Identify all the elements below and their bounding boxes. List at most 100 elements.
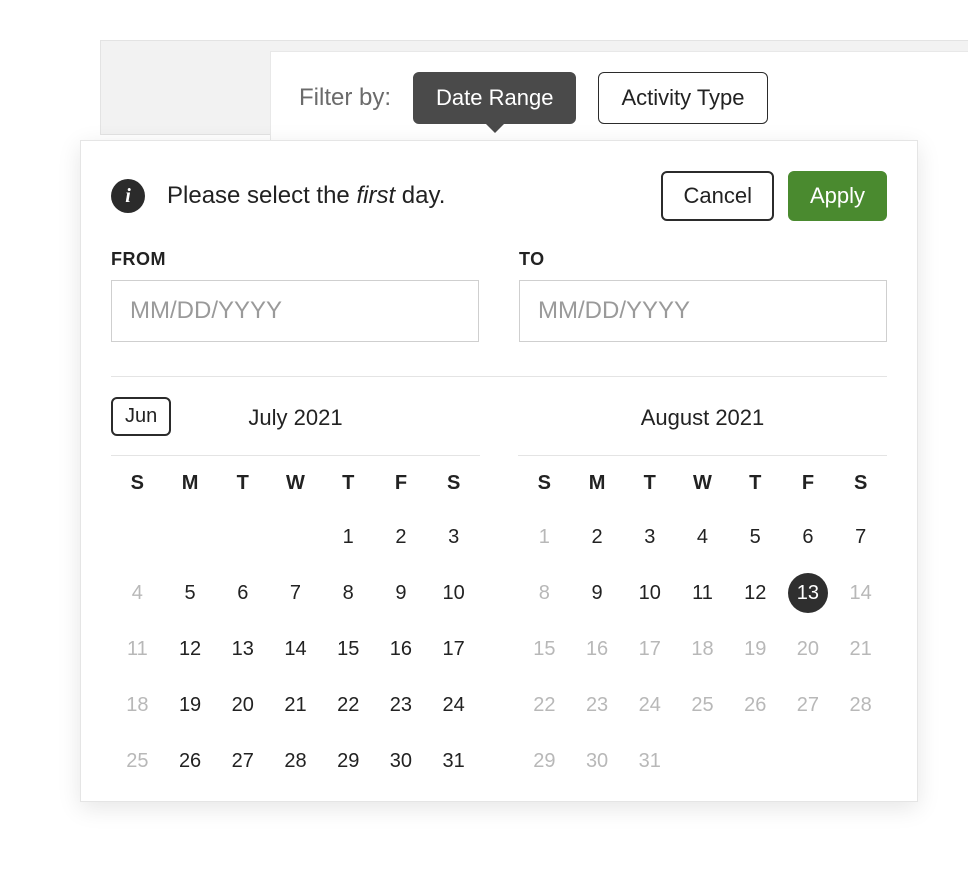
calendar-day[interactable]: 7 [834,517,887,557]
calendar-day[interactable]: 11 [676,573,729,613]
weekday-header: S [111,472,164,501]
calendar-day: 26 [729,685,782,725]
calendar-grid: SMTWTFS123456789101112131415161718192021… [111,472,480,781]
calendar-day[interactable]: 20 [216,685,269,725]
apply-button[interactable]: Apply [788,171,887,221]
weekday-header: M [571,472,624,501]
calendar-day: 20 [782,629,835,669]
calendar-day[interactable]: 5 [729,517,782,557]
calendar-day: 19 [729,629,782,669]
cancel-button[interactable]: Cancel [661,171,773,221]
calendar-day[interactable]: 1 [322,517,375,557]
calendar-day[interactable]: 19 [164,685,217,725]
calendar-day[interactable]: 9 [375,573,428,613]
instruction-text: Please select the first day. [167,182,445,210]
from-date-input[interactable] [111,280,479,342]
calendar-day: 23 [571,685,624,725]
to-date-input[interactable] [519,280,887,342]
calendar-day[interactable]: 10 [427,573,480,613]
calendar-day[interactable]: 15 [322,629,375,669]
instruction-emphasis: first [356,182,395,209]
calendar-day[interactable]: 21 [269,685,322,725]
calendar-day: 28 [834,685,887,725]
calendar-title: July 2021 [248,405,342,430]
calendar-0: JunJuly 2021SMTWTFS123456789101112131415… [111,395,480,781]
weekday-header: M [164,472,217,501]
calendar-day: 14 [834,573,887,613]
filter-bar: Filter by: Date Range Activity Type [270,51,968,144]
calendar-day[interactable]: 28 [269,741,322,781]
calendar-day[interactable]: 2 [571,517,624,557]
date-range-inputs: FROM TO [111,249,887,342]
calendar-day[interactable]: 23 [375,685,428,725]
calendar-blank [269,517,322,557]
from-column: FROM [111,249,479,342]
calendar-day[interactable]: 24 [427,685,480,725]
calendar-day[interactable]: 12 [729,573,782,613]
calendar-day[interactable]: 6 [216,573,269,613]
calendar-day[interactable]: 12 [164,629,217,669]
calendar-day: 25 [676,685,729,725]
weekday-header: T [322,472,375,501]
calendar-day: 1 [518,517,571,557]
calendar-day: 16 [571,629,624,669]
calendar-day[interactable]: 22 [322,685,375,725]
info-icon: i [111,179,145,213]
calendar-day[interactable]: 14 [269,629,322,669]
calendar-day[interactable]: 27 [216,741,269,781]
calendar-day[interactable]: 8 [322,573,375,613]
calendar-title: August 2021 [641,405,765,430]
calendar-day[interactable]: 6 [782,517,835,557]
calendar-day[interactable]: 29 [322,741,375,781]
calendar-day: 18 [111,685,164,725]
calendar-day[interactable]: 5 [164,573,217,613]
weekday-header: S [427,472,480,501]
calendar-day[interactable]: 16 [375,629,428,669]
weekday-header: T [623,472,676,501]
weekday-header: F [375,472,428,501]
calendar-day[interactable]: 17 [427,629,480,669]
calendar-day[interactable]: 26 [164,741,217,781]
calendar-day: 21 [834,629,887,669]
calendar-day: 22 [518,685,571,725]
instruction-prefix: Please select the [167,182,356,209]
calendar-day: 25 [111,741,164,781]
to-label: TO [519,249,887,270]
calendar-day: 30 [571,741,624,781]
calendar-day: 11 [111,629,164,669]
calendar-day[interactable]: 10 [623,573,676,613]
calendar-day: 29 [518,741,571,781]
calendar-day[interactable]: 13 [788,573,828,613]
calendar-day[interactable]: 9 [571,573,624,613]
calendar-day: 31 [623,741,676,781]
calendar-day[interactable]: 7 [269,573,322,613]
divider [111,376,887,377]
calendar-day: 18 [676,629,729,669]
to-column: TO [519,249,887,342]
popover-actions: Cancel Apply [661,171,887,221]
calendar-header: August 2021 [518,395,887,456]
calendar-day[interactable]: 30 [375,741,428,781]
calendar-day[interactable]: 3 [623,517,676,557]
weekday-header: S [834,472,887,501]
date-range-popover: i Please select the first day. Cancel Ap… [80,140,918,802]
calendar-day[interactable]: 13 [216,629,269,669]
prev-month-button[interactable]: Jun [111,397,171,436]
calendar-day: 8 [518,573,571,613]
calendar-day[interactable]: 4 [676,517,729,557]
calendar-day[interactable]: 31 [427,741,480,781]
filter-activity-type-button[interactable]: Activity Type [598,72,767,124]
filter-by-label: Filter by: [299,84,391,112]
calendar-grid: SMTWTFS123456789101112131415161718192021… [518,472,887,781]
calendar-day: 17 [623,629,676,669]
weekday-header: W [269,472,322,501]
calendar-day: 27 [782,685,835,725]
calendar-day[interactable]: 3 [427,517,480,557]
from-label: FROM [111,249,479,270]
calendar-day: 4 [111,573,164,613]
calendar-day[interactable]: 2 [375,517,428,557]
weekday-header: T [216,472,269,501]
calendar-day: 15 [518,629,571,669]
calendar-blank [216,517,269,557]
filter-date-range-button[interactable]: Date Range [413,72,576,124]
